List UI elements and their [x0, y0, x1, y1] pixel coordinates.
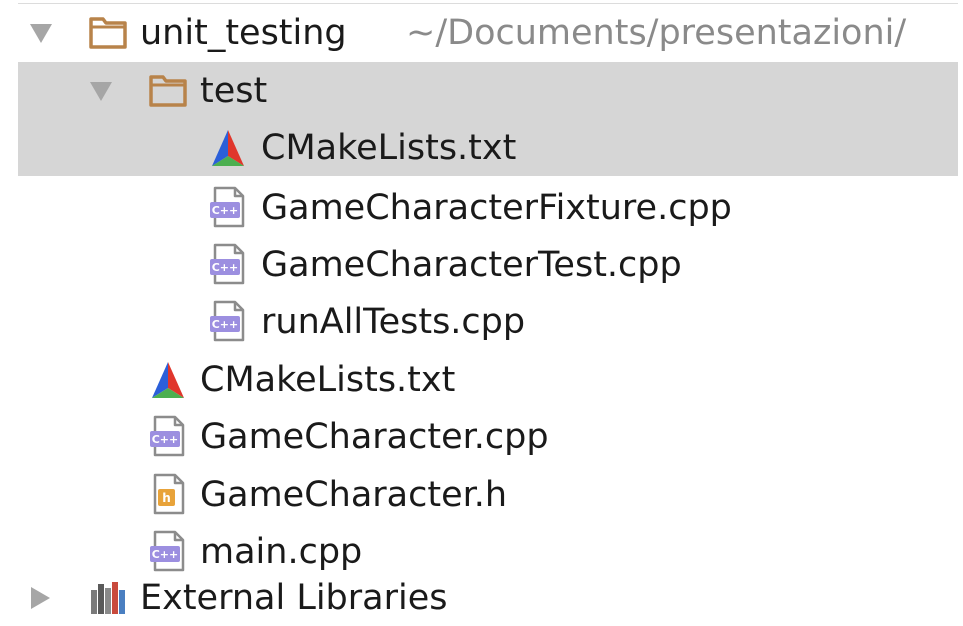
- tree-row-gamecharacter-h[interactable]: h GameCharacter.h: [18, 466, 958, 523]
- libraries-icon: [88, 574, 128, 618]
- tree-item-label: test: [200, 71, 268, 111]
- collapse-arrow-icon[interactable]: [31, 587, 50, 609]
- cpp-file-icon: C++: [208, 185, 248, 229]
- tree-item-label: CMakeLists.txt: [261, 128, 517, 168]
- svg-text:C++: C++: [212, 318, 239, 331]
- tree-item-label: GameCharacterFixture.cpp: [261, 188, 732, 228]
- project-tree: unit_testing ~/Documents/presentazioni/ …: [0, 0, 963, 626]
- tree-item-label: main.cpp: [200, 532, 363, 572]
- cmake-icon: [208, 126, 248, 170]
- svg-text:C++: C++: [152, 433, 179, 446]
- cpp-file-icon: C++: [148, 529, 188, 573]
- project-root-label: unit_testing: [140, 13, 347, 53]
- cpp-file-icon: C++: [148, 414, 188, 458]
- folder-icon: [148, 68, 188, 112]
- tree-item-label: runAllTests.cpp: [261, 302, 526, 342]
- folder-icon: [88, 10, 128, 54]
- tree-row-test-cmakelists[interactable]: CMakeLists.txt: [18, 119, 958, 176]
- cpp-file-icon: C++: [208, 299, 248, 343]
- tree-item-label: GameCharacter.cpp: [200, 417, 549, 457]
- svg-text:C++: C++: [152, 548, 179, 561]
- tree-item-label: GameCharacterTest.cpp: [261, 245, 682, 285]
- expand-arrow-icon[interactable]: [30, 24, 52, 43]
- header-file-icon: h: [148, 472, 188, 516]
- tree-item-label: External Libraries: [140, 578, 448, 618]
- tree-row-external-libraries[interactable]: External Libraries: [18, 569, 958, 626]
- tree-row-cmakelists[interactable]: CMakeLists.txt: [18, 351, 958, 408]
- svg-text:h: h: [162, 491, 171, 505]
- tree-row-gamecharacter-cpp[interactable]: C++ GameCharacter.cpp: [18, 408, 958, 465]
- tree-row-gamecharacterfixture-cpp[interactable]: C++ GameCharacterFixture.cpp: [18, 179, 958, 236]
- tree-item-label: GameCharacter.h: [200, 475, 508, 515]
- project-root-path: ~/Documents/presentazioni/: [406, 13, 907, 53]
- tree-item-label: CMakeLists.txt: [200, 360, 456, 400]
- svg-text:C++: C++: [212, 204, 239, 217]
- svg-text:C++: C++: [212, 261, 239, 274]
- tree-row-runalltests-cpp[interactable]: C++ runAllTests.cpp: [18, 293, 958, 350]
- tree-row-test-folder[interactable]: test: [18, 62, 958, 119]
- expand-arrow-icon[interactable]: [90, 82, 112, 101]
- tree-row-unit-testing[interactable]: unit_testing ~/Documents/presentazioni/: [18, 3, 958, 60]
- cmake-icon: [148, 358, 188, 402]
- tree-row-gamecharactertest-cpp[interactable]: C++ GameCharacterTest.cpp: [18, 236, 958, 293]
- cpp-file-icon: C++: [208, 242, 248, 286]
